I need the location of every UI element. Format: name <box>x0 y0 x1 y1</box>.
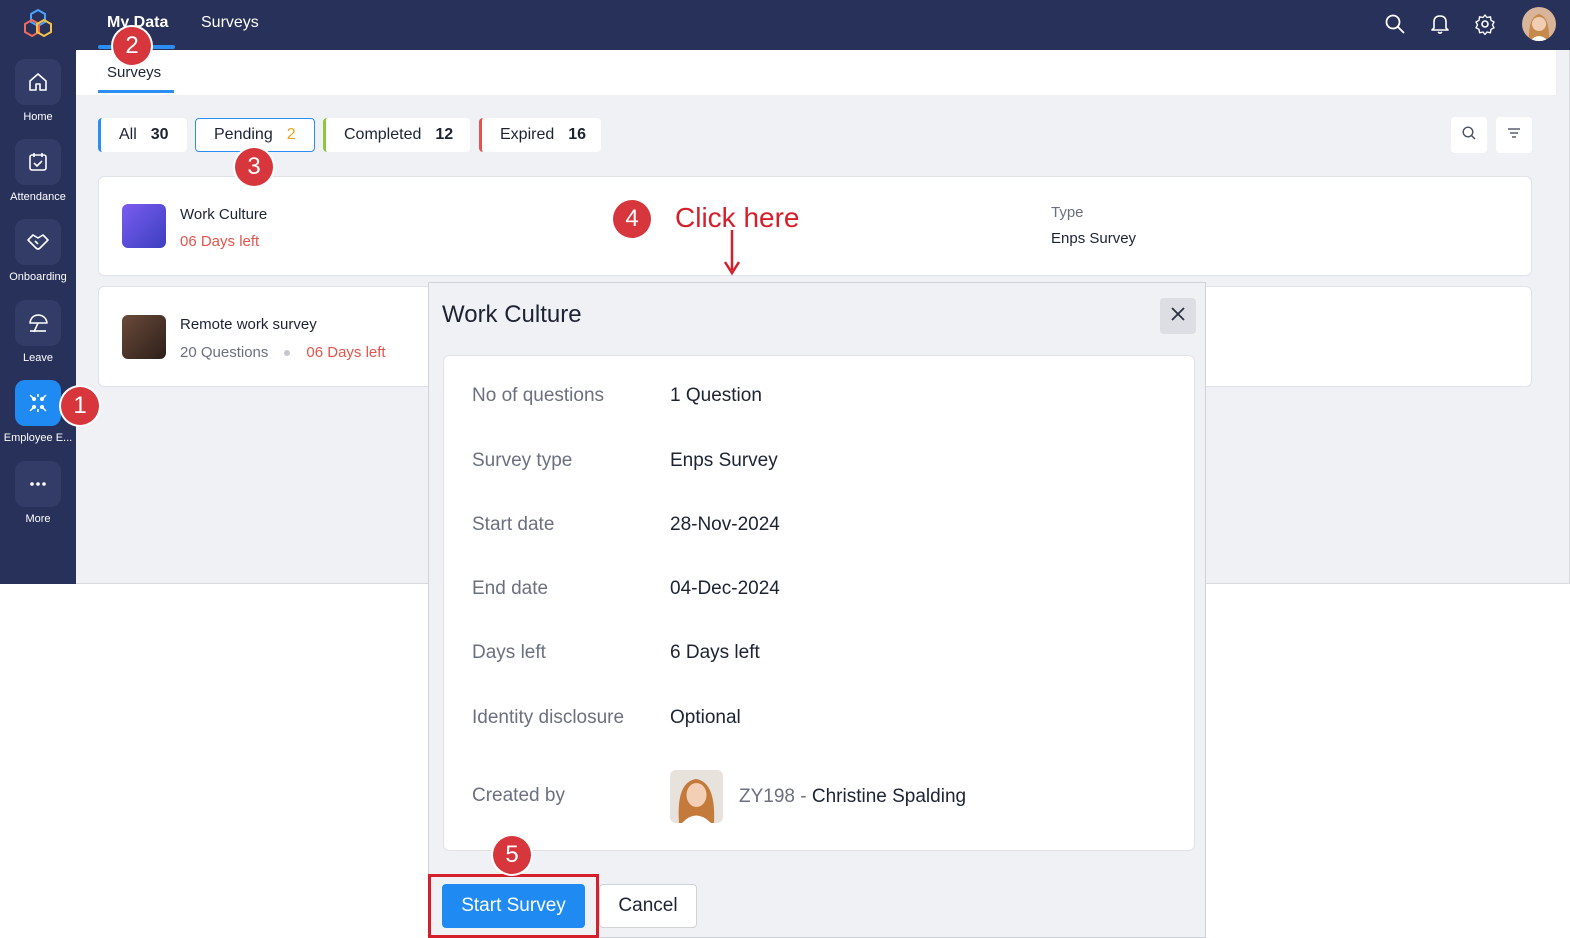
survey-question-count: 20 Questions <box>180 344 269 361</box>
step-badge-1: 1 <box>61 387 99 425</box>
umbrella-icon <box>15 300 61 346</box>
sidebar-item-attendance[interactable]: Attendance <box>0 139 76 217</box>
filter-count: 16 <box>568 126 587 143</box>
filter-all[interactable]: All 30 <box>98 118 187 152</box>
filter-label: All <box>119 126 137 143</box>
detail-value-start-date: 28-Nov-2024 <box>670 514 780 535</box>
sidebar-item-onboarding[interactable]: Onboarding <box>0 219 76 297</box>
detail-value-identity: Optional <box>670 707 741 728</box>
detail-value-days-left: 6 Days left <box>670 642 760 663</box>
detail-label-questions: No of questions <box>472 385 605 406</box>
sub-navigation: Surveys <box>76 50 1556 95</box>
active-subtab-indicator <box>98 90 174 93</box>
survey-details-panel: No of questions 1 Question Survey type E… <box>443 355 1195 851</box>
filter-label: Expired <box>500 126 555 143</box>
sidebar-item-leave[interactable]: Leave <box>0 300 76 378</box>
app-logo-icon[interactable] <box>23 8 53 38</box>
handshake-icon <box>15 219 61 265</box>
sidebar-item-employee-engagement[interactable]: Employee E... <box>0 380 76 458</box>
survey-type-value: Enps Survey <box>1051 230 1137 247</box>
filter-icon <box>1506 125 1522 146</box>
gear-icon[interactable] <box>1472 11 1498 37</box>
filter-expired[interactable]: Expired 16 <box>479 118 601 152</box>
bell-icon[interactable] <box>1427 11 1453 37</box>
survey-details-modal: Work Culture No of questions 1 Question … <box>428 282 1206 938</box>
detail-label-survey-type: Survey type <box>472 450 573 471</box>
separator-dot <box>284 350 291 357</box>
list-search-button[interactable] <box>1451 117 1487 153</box>
user-avatar[interactable] <box>1522 7 1556 41</box>
survey-card-work-culture[interactable]: Work Culture 06 Days left Type Enps Surv… <box>98 176 1532 276</box>
survey-days-left: 06 Days left <box>306 344 386 361</box>
step-badge-5: 5 <box>493 836 531 874</box>
arrow-down-icon <box>722 230 742 281</box>
engagement-icon <box>15 380 61 426</box>
sidebar-item-label: Employee E... <box>3 432 73 444</box>
detail-value-survey-type: Enps Survey <box>670 450 778 471</box>
sidebar-item-label: More <box>25 513 51 525</box>
detail-label-created-by: Created by <box>472 785 565 806</box>
close-icon <box>1170 306 1186 327</box>
creator-id: ZY198 - <box>739 786 807 807</box>
survey-title: Work Culture <box>180 206 268 223</box>
creator-name: Christine Spalding <box>811 786 967 807</box>
detail-label-identity: Identity disclosure <box>472 707 625 728</box>
sidebar-item-home[interactable]: Home <box>0 59 76 137</box>
survey-meta: 20 Questions 06 Days left <box>180 344 386 361</box>
step-badge-2: 2 <box>113 27 151 65</box>
subtab-surveys[interactable]: Surveys <box>107 64 161 81</box>
filter-label: Completed <box>344 126 422 143</box>
sidebar-item-label: Attendance <box>10 191 66 203</box>
step-badge-3: 3 <box>235 148 273 186</box>
search-icon[interactable] <box>1382 11 1408 37</box>
survey-days-left: 06 Days left <box>180 233 260 250</box>
filter-button[interactable] <box>1496 117 1532 153</box>
filter-pending[interactable]: Pending 2 <box>195 118 315 152</box>
detail-value-questions: 1 Question <box>670 385 762 406</box>
home-icon <box>15 59 61 105</box>
detail-label-days-left: Days left <box>472 642 546 663</box>
sidebar-item-label: Leave <box>23 352 53 364</box>
sidebar-item-label: Home <box>23 111 53 123</box>
survey-thumbnail <box>122 315 166 359</box>
filter-completed[interactable]: Completed 12 <box>323 118 470 152</box>
tab-surveys[interactable]: Surveys <box>201 14 259 32</box>
top-bar: My Data Surveys <box>76 0 1570 50</box>
start-survey-highlight <box>428 874 599 938</box>
search-icon <box>1461 125 1477 146</box>
filter-count: 2 <box>286 126 296 143</box>
cancel-button[interactable]: Cancel <box>599 884 697 928</box>
creator-info: ZY198 - Christine Spalding <box>739 786 966 808</box>
detail-label-end-date: End date <box>472 578 549 599</box>
calendar-check-icon <box>15 139 61 185</box>
survey-thumbnail <box>122 204 166 248</box>
sidebar-item-more[interactable]: More <box>0 461 76 539</box>
more-icon <box>15 461 61 507</box>
filter-count: 12 <box>435 126 454 143</box>
filter-count: 30 <box>150 126 169 143</box>
detail-value-end-date: 04-Dec-2024 <box>670 578 780 599</box>
creator-avatar <box>670 770 723 823</box>
filter-label: Pending <box>214 126 273 143</box>
step-badge-4: 4 <box>613 200 651 238</box>
detail-label-start-date: Start date <box>472 514 555 535</box>
modal-close-button[interactable] <box>1160 298 1196 334</box>
sidebar: Home Attendance Onboarding Leave Employe <box>0 0 76 584</box>
modal-title: Work Culture <box>442 301 582 328</box>
survey-title: Remote work survey <box>180 316 317 333</box>
sidebar-item-label: Onboarding <box>9 271 67 283</box>
survey-type-label: Type <box>1051 204 1084 221</box>
